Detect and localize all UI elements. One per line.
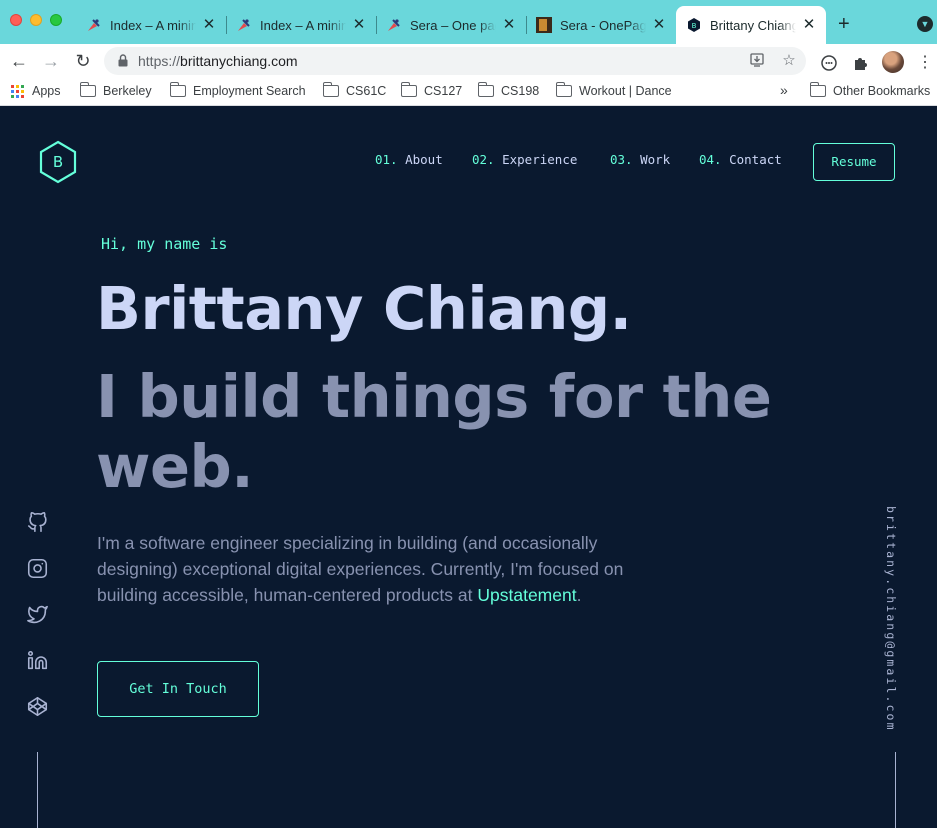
bookmark-label: Berkeley (103, 84, 152, 98)
forward-arrow-icon[interactable]: → (40, 50, 62, 72)
nav-link-about[interactable]: 01. About (375, 152, 443, 167)
tab-title: Sera - OnePage (560, 17, 646, 33)
bookmark-apps[interactable]: Apps (11, 84, 61, 98)
tab-close-icon[interactable]: ✕ (652, 17, 666, 32)
other-bookmarks[interactable]: Other Bookmarks (809, 82, 931, 98)
reload-icon[interactable]: ↻ (72, 50, 94, 72)
browser-tab-bar: Index – A minimal ✕ Index – A minimal ✕ … (0, 0, 937, 44)
logo-hexagon-icon[interactable]: B (38, 140, 78, 184)
folder-icon (79, 82, 96, 97)
bookmark-label: CS198 (501, 84, 540, 98)
browser-tab[interactable]: Sera – One page ✕ (376, 8, 526, 42)
nav-label: Experience (502, 152, 578, 167)
hero-tagline: I build things for the web. (96, 362, 772, 501)
window-zoom-button[interactable] (50, 14, 62, 26)
folder-icon (809, 82, 826, 97)
tab-close-icon[interactable]: ✕ (502, 17, 516, 32)
tab-title: Brittany Chiang (710, 17, 796, 33)
window-close-button[interactable] (10, 14, 22, 26)
bookmark-folder[interactable]: Employment Search (169, 82, 306, 98)
url-scheme: https:// (138, 53, 181, 69)
bookmark-star-icon[interactable]: ☆ (780, 52, 798, 70)
bookmark-folder[interactable]: Workout | Dance (555, 82, 672, 98)
get-in-touch-button[interactable]: Get In Touch (97, 661, 259, 717)
extension-chat-icon[interactable] (820, 54, 838, 72)
install-app-icon[interactable] (748, 52, 766, 70)
bookmarks-overflow-button[interactable]: » (780, 82, 788, 98)
more-menu-icon[interactable]: ⋮ (916, 54, 934, 72)
address-bar[interactable]: https://brittanychiang.com ☆ (104, 47, 806, 75)
tab-close-icon[interactable]: ✕ (202, 17, 216, 32)
bookmark-label: Apps (32, 84, 61, 98)
bookmark-label: CS127 (424, 84, 463, 98)
tab-search-icon[interactable]: ▼ (917, 16, 933, 32)
nav-number: 01. (375, 152, 398, 167)
codepen-icon[interactable] (24, 693, 50, 719)
bookmark-folder[interactable]: CS198 (477, 82, 540, 98)
nav-label: Work (640, 152, 671, 167)
browser-tab-active[interactable]: B Brittany Chiang ✕ (676, 6, 826, 44)
hero-greeting: Hi, my name is (101, 235, 228, 253)
image-thumb-icon (536, 17, 552, 33)
linkedin-icon[interactable] (24, 647, 50, 673)
social-divider-line (37, 752, 38, 828)
folder-icon (555, 82, 572, 97)
nav-number: 04. (699, 152, 722, 167)
folder-icon (169, 82, 186, 97)
pin-icon (86, 17, 102, 33)
tab-close-icon[interactable]: ✕ (352, 17, 366, 32)
apps-grid-icon (11, 84, 24, 98)
bookmark-label: CS61C (346, 84, 387, 98)
nav-link-contact[interactable]: 04. Contact (699, 152, 782, 167)
lock-icon[interactable] (118, 54, 128, 67)
nav-number: 02. (472, 152, 495, 167)
browser-toolbar: ← → ↻ https://brittanychiang.com ☆ ⋮ (0, 44, 937, 78)
nav-number: 03. (610, 152, 633, 167)
email-link[interactable]: brittany.chiang@gmail.com (884, 506, 898, 732)
browser-tab[interactable]: Index – A minimal ✕ (226, 8, 376, 42)
bookmark-label: Employment Search (193, 84, 306, 98)
new-tab-button[interactable]: + (838, 14, 850, 34)
bookmark-folder[interactable]: CS127 (400, 82, 463, 98)
hexagon-b-icon: B (686, 17, 702, 33)
bookmark-label: Other Bookmarks (833, 84, 931, 98)
bookmarks-bar: Apps Berkeley Employment Search CS61C CS… (0, 78, 937, 106)
twitter-icon[interactable] (24, 601, 50, 627)
resume-button[interactable]: Resume (813, 143, 895, 181)
nav-link-work[interactable]: 03. Work (610, 152, 670, 167)
tab-title: Index – A minimal (110, 17, 196, 33)
pin-icon (236, 17, 252, 33)
bookmark-folder[interactable]: CS61C (322, 82, 387, 98)
url-host: brittanychiang.com (180, 53, 298, 69)
svg-text:B: B (692, 22, 697, 30)
tab-close-icon[interactable]: ✕ (802, 17, 816, 32)
folder-icon (477, 82, 494, 97)
tab-title: Sera – One page (410, 17, 496, 33)
hero-description: I'm a software engineer specializing in … (97, 530, 657, 608)
url-text: https://brittanychiang.com (138, 53, 298, 69)
folder-icon (400, 82, 417, 97)
bookmark-label: Workout | Dance (579, 84, 672, 98)
upstatement-link[interactable]: Upstatement (477, 585, 576, 605)
extensions-puzzle-icon[interactable] (852, 54, 870, 72)
browser-tab[interactable]: Sera - OnePage ✕ (526, 8, 676, 42)
nav-label: Contact (729, 152, 782, 167)
browser-tab[interactable]: Index – A minimal ✕ (76, 8, 226, 42)
logo-letter: B (53, 153, 63, 171)
website-viewport: B 01. About 02. Experience 03. Work 04. … (0, 110, 937, 828)
pin-icon (386, 17, 402, 33)
back-arrow-icon[interactable]: ← (8, 50, 30, 72)
instagram-icon[interactable] (24, 555, 50, 581)
nav-link-experience[interactable]: 02. Experience (472, 152, 577, 167)
bookmark-folder[interactable]: Berkeley (79, 82, 152, 98)
description-end: . (576, 585, 582, 605)
window-minimize-button[interactable] (30, 14, 42, 26)
tab-title: Index – A minimal (260, 17, 346, 33)
folder-icon (322, 82, 339, 97)
nav-label: About (405, 152, 443, 167)
github-icon[interactable] (24, 509, 50, 535)
hero-name: Brittany Chiang. (96, 274, 632, 343)
profile-avatar[interactable] (882, 51, 904, 73)
email-divider-line (895, 752, 896, 828)
